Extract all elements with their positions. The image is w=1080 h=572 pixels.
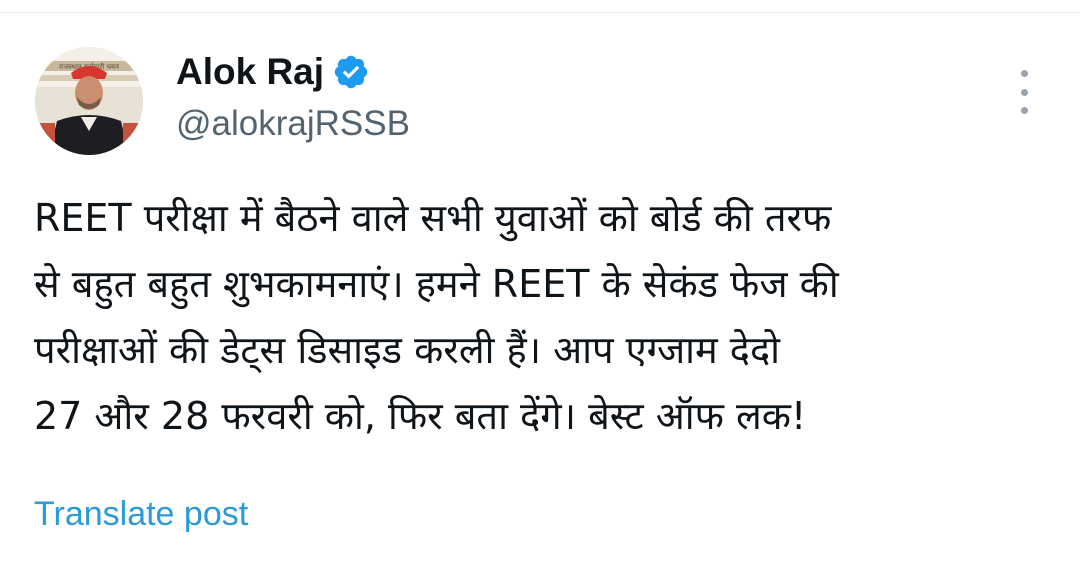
verified-badge-icon bbox=[332, 53, 370, 91]
more-vertical-icon-dot bbox=[1020, 107, 1028, 114]
author-handle[interactable]: @alokrajRSSB bbox=[176, 103, 410, 145]
more-vertical-icon-dot bbox=[1020, 88, 1028, 96]
avatar[interactable]: राजस्थान कर्मचारी चयन bbox=[35, 47, 143, 155]
tweet-line: परीक्षाओं की डेट्स डिसाइड करली हैं। आप ए… bbox=[34, 328, 780, 372]
avatar-photo: राजस्थान कर्मचारी चयन bbox=[35, 47, 143, 155]
tweet-line: 27 और 28 फरवरी को, फिर बता देंगे। बेस्ट … bbox=[34, 394, 807, 438]
tweet-line: से बहुत बहुत शुभकामनाएं। हमने REET के से… bbox=[34, 262, 839, 306]
author-name-text[interactable]: Alok Raj bbox=[176, 50, 324, 94]
more-options-button[interactable] bbox=[1010, 70, 1038, 114]
tweet-text: REET परीक्षा में बैठने वाले सभी युवाओं क… bbox=[34, 185, 1064, 449]
translate-post-link[interactable]: Translate post bbox=[34, 493, 248, 535]
tweet-line: REET परीक्षा में बैठने वाले सभी युवाओं क… bbox=[34, 196, 832, 240]
more-vertical-icon bbox=[1020, 70, 1028, 77]
author-display-name[interactable]: Alok Raj bbox=[176, 50, 370, 94]
top-divider bbox=[0, 12, 1080, 13]
